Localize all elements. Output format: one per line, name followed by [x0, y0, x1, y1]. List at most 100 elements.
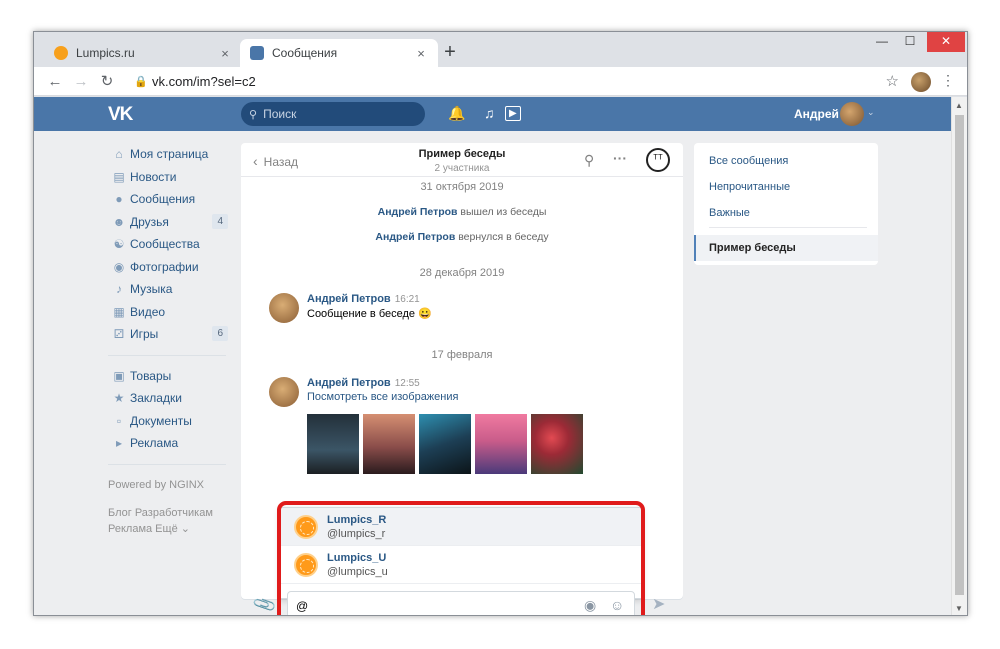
- url-text: vk.com/im?sel=c2: [152, 74, 256, 89]
- sidebar-item-label: Товары: [130, 368, 172, 383]
- highlight-frame: [277, 501, 645, 615]
- film-icon: ▦: [113, 304, 125, 319]
- service-text: вернулся в беседу: [455, 231, 549, 243]
- maximize-button[interactable]: ☐: [895, 32, 925, 52]
- star-icon: ★: [113, 391, 125, 406]
- footer-links: Блог Разработчикам Реклама Ещё ⌄: [108, 505, 232, 537]
- sidebar-item-my-page[interactable]: ⌂ Моя страница: [108, 143, 232, 166]
- vk-logo[interactable]: VK: [108, 104, 133, 126]
- sidebar-item-communities[interactable]: ☯ Сообщества: [108, 233, 232, 256]
- tab-title: Lumpics.ru: [76, 46, 135, 60]
- sidebar-item-games[interactable]: ⚂ Игры 6: [108, 323, 232, 346]
- filter-active-chat[interactable]: Пример беседы: [694, 235, 878, 261]
- minimize-button[interactable]: —: [867, 32, 897, 52]
- lock-icon: 🔒: [134, 76, 148, 88]
- games-count-badge: 6: [212, 326, 228, 341]
- friends-count-badge: 4: [212, 213, 228, 229]
- message-list: 31 октября 2019 Андрей Петров вышел из б…: [241, 177, 683, 557]
- chat-avatar-smile-icon[interactable]: ᵀᵀ: [646, 148, 670, 172]
- tab-messages[interactable]: Сообщения ×: [240, 39, 438, 67]
- bell-icon[interactable]: 🔔: [448, 105, 465, 122]
- image-thumbnail[interactable]: [307, 414, 359, 474]
- play-icon[interactable]: ▶: [505, 106, 521, 121]
- service-message: Андрей Петров вернулся в беседу: [241, 231, 683, 243]
- author-name[interactable]: Андрей Петров: [307, 293, 391, 305]
- sidebar-item-bookmarks[interactable]: ★ Закладки: [108, 387, 232, 410]
- news-icon: ▤: [113, 169, 125, 184]
- powered-by-text: Powered by NGINX: [108, 478, 204, 491]
- shopping-bag-icon: ▣: [113, 368, 125, 383]
- close-tab-icon[interactable]: ×: [414, 46, 428, 61]
- gamepad-icon: ⚂: [113, 327, 125, 342]
- scrollbar-thumb[interactable]: [955, 115, 964, 595]
- window-close-button[interactable]: ✕: [927, 32, 965, 52]
- close-tab-icon[interactable]: ×: [218, 46, 232, 61]
- back-arrow-icon[interactable]: ←: [42, 73, 68, 90]
- browser-menu-icon[interactable]: ⋮: [941, 72, 955, 89]
- sidebar-item-label: Моя страница: [130, 147, 209, 162]
- camera-icon: ◉: [113, 259, 125, 274]
- sidebar-item-news[interactable]: ▤ Новости: [108, 166, 232, 189]
- sidebar-item-goods[interactable]: ▣ Товары: [108, 365, 232, 388]
- reload-icon[interactable]: ↻: [94, 72, 120, 90]
- sidebar-item-photos[interactable]: ◉ Фотографии: [108, 256, 232, 279]
- browser-toolbar: ← → ↻ 🔒 vk.com/im?sel=c2 ☆ ⋮: [34, 67, 967, 96]
- avatar[interactable]: [269, 293, 299, 323]
- author-name[interactable]: Андрей Петров: [307, 377, 391, 389]
- music-note-icon[interactable]: ♫: [484, 105, 495, 121]
- search-icon[interactable]: ⚲: [584, 152, 594, 169]
- send-icon[interactable]: ➤: [652, 594, 665, 614]
- chevron-down-icon[interactable]: ⌄: [867, 107, 875, 118]
- service-author[interactable]: Андрей Петров: [375, 231, 455, 243]
- sidebar-item-video[interactable]: ▦ Видео: [108, 301, 232, 324]
- new-tab-button[interactable]: +: [438, 41, 462, 65]
- search-icon: ⚲: [249, 108, 258, 121]
- forward-arrow-icon[interactable]: →: [68, 73, 94, 90]
- view-all-images-link[interactable]: Посмотреть все изображения: [307, 391, 458, 403]
- scroll-up-icon[interactable]: ▲: [955, 101, 963, 110]
- sidebar-divider: [108, 354, 226, 356]
- group-icon: ☯: [113, 237, 125, 252]
- right-filter-panel: Все сообщения Непрочитанные Важные Приме…: [694, 143, 878, 265]
- message-author[interactable]: Андрей Петров 16:21: [307, 293, 420, 305]
- profile-avatar-icon[interactable]: [911, 72, 931, 92]
- image-thumbnail[interactable]: [475, 414, 527, 474]
- filter-unread[interactable]: Непрочитанные: [709, 181, 790, 193]
- header-avatar[interactable]: [840, 102, 864, 126]
- home-icon: ⌂: [115, 147, 123, 162]
- more-dots-icon[interactable]: ···: [613, 150, 627, 166]
- browser-window: Lumpics.ru × Сообщения × + — ☐ ✕ ← → ↻ 🔒…: [33, 31, 968, 616]
- image-attachments: [307, 414, 587, 474]
- sidebar-item-documents[interactable]: ▫ Документы: [108, 410, 232, 433]
- sidebar-item-messages[interactable]: ● Сообщения: [108, 188, 232, 211]
- filter-important[interactable]: Важные: [709, 207, 750, 219]
- page-scrollbar[interactable]: ▲ ▼: [951, 97, 967, 615]
- image-thumbnail[interactable]: [531, 414, 583, 474]
- footer-link-row[interactable]: Реклама Ещё ⌄: [108, 521, 232, 537]
- image-thumbnail[interactable]: [419, 414, 471, 474]
- image-thumbnail[interactable]: [363, 414, 415, 474]
- bookmark-star-icon[interactable]: ☆: [886, 72, 899, 90]
- sidebar-item-label: Сообщества: [130, 237, 200, 252]
- avatar[interactable]: [269, 377, 299, 407]
- sidebar-item-label: Видео: [130, 304, 166, 319]
- message-time: 16:21: [394, 294, 420, 305]
- footer-link-row[interactable]: Блог Разработчикам: [108, 505, 232, 521]
- filter-all-messages[interactable]: Все сообщения: [709, 155, 788, 167]
- address-bar[interactable]: 🔒 vk.com/im?sel=c2: [134, 70, 892, 93]
- sidebar-item-music[interactable]: ♪ Музыка: [108, 278, 232, 301]
- chat-bubble-icon: ●: [115, 192, 123, 207]
- service-message: Андрей Петров вышел из беседы: [241, 206, 683, 218]
- scroll-down-icon[interactable]: ▼: [955, 604, 963, 613]
- tab-lumpics[interactable]: Lumpics.ru ×: [44, 39, 242, 67]
- date-separator: 31 октября 2019: [420, 181, 504, 193]
- person-icon: ☻: [112, 214, 126, 229]
- sidebar-item-friends[interactable]: ☻ Друзья 4: [108, 211, 232, 234]
- service-author[interactable]: Андрей Петров: [378, 206, 458, 218]
- left-sidebar: ⌂ Моя страница ▤ Новости ● Сообщения ☻ Друзь…: [108, 143, 232, 537]
- header-user-name[interactable]: Андрей: [794, 107, 839, 121]
- message-author[interactable]: Андрей Петров 12:55: [307, 377, 420, 389]
- vk-header: VK ⚲ Поиск 🔔 ♫ ▶ Андрей ⌄: [34, 97, 952, 131]
- sidebar-item-ads[interactable]: ▸ Реклама: [108, 432, 232, 455]
- search-input[interactable]: ⚲ Поиск: [241, 102, 425, 126]
